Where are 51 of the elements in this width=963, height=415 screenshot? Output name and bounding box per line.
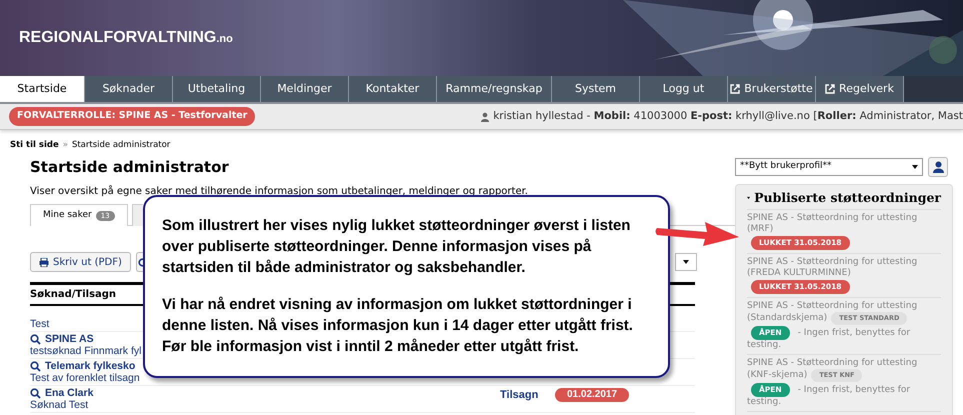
breadcrumb-link[interactable]: Sti til side — [10, 139, 59, 152]
panel-title[interactable]: Publiserte støtteordninger — [754, 189, 941, 208]
search-icon — [30, 388, 41, 399]
external-link-icon — [825, 84, 836, 94]
site-logo[interactable]: REGIONALFORVALTNING.no — [19, 26, 233, 50]
scheme-note: testing. — [747, 396, 782, 408]
nav-tab[interactable]: Regelverk — [816, 76, 904, 102]
caret-icon — [682, 260, 689, 264]
user-info: kristian hyllestad - Mobil: 41003000 E-post: krhyll@live.no [Roller: Administrator, Mast — [493, 108, 963, 124]
nav-tab[interactable]: Kontakter — [349, 76, 437, 102]
nav-tab[interactable]: Ramme/regnskap — [437, 76, 552, 102]
case-subtitle: Test av forenklet tilsagn — [30, 372, 140, 384]
case-type: Tilsagn — [500, 389, 540, 402]
scheme-note: - Ingen frist, benyttes for — [798, 326, 910, 339]
breadcrumb-separator: » — [62, 139, 68, 152]
column-header: Søknad/Tilsagn — [30, 288, 116, 302]
scheme-note: - Ingen frist, benyttes for — [798, 384, 910, 396]
external-link-icon — [730, 84, 740, 94]
breadcrumb-current: Startside administrator — [72, 139, 170, 152]
case-title: Test — [30, 318, 50, 330]
dropdown-field[interactable] — [674, 253, 697, 272]
caret-icon — [912, 165, 918, 169]
callout-text: Som illustrert her vises nylig lukket støtteordninger øverst i listen over publiserte støtteordninger. Denne informasjon vises på startsiden til både administrator og saksbehandler. — [162, 216, 632, 278]
case-link[interactable]: Ena Clark — [30, 387, 94, 400]
nav-tab[interactable]: Utbetaling — [173, 76, 261, 102]
case-subtitle: Søknad Test — [30, 399, 88, 412]
user-icon — [481, 112, 490, 122]
nav-tab[interactable]: Meldinger — [261, 76, 349, 102]
search-icon — [138, 258, 143, 267]
search-button[interactable] — [136, 252, 143, 272]
nav-tab[interactable]: Brukerstøtte — [728, 76, 816, 102]
nav-tab[interactable]: System — [552, 76, 640, 102]
scheme-note: testing. — [747, 340, 782, 351]
search-icon — [30, 360, 41, 372]
search-icon — [30, 334, 41, 345]
nav-tab[interactable]: Søknader — [85, 76, 173, 102]
case-link[interactable]: SPINE AS — [30, 333, 94, 346]
printer-icon — [39, 258, 49, 267]
role-badge: FORVALTERROLLE: SPINE AS - Testforvalter — [9, 107, 256, 126]
callout-text: Vi har nå endret visning av informasjon om lukket støttordninger i denne listen. Nå vises informasjon kun i 14 dager etter utgått frist. Før ble informasjon vist i inntil 2 måneder etter utgått frist. — [162, 295, 634, 357]
profile-select[interactable]: **Bytt brukerprofil** — [735, 158, 923, 176]
case-link[interactable]: Telemark fylkesko — [30, 360, 136, 372]
select-value: **Bytt brukerprofil** — [740, 160, 832, 174]
profile-button[interactable] — [928, 157, 948, 177]
page-title: Startside administrator — [30, 156, 230, 178]
user-icon — [932, 161, 944, 173]
nav-tab[interactable]: Startside — [0, 76, 85, 102]
print-button[interactable]: Skriv ut (PDF) — [30, 252, 131, 272]
case-subtitle: testsøknad Finnmark fyl — [30, 345, 142, 358]
nav-tab[interactable]: Logg ut — [640, 76, 728, 102]
date-badge: 01.02.2017 — [555, 388, 630, 402]
